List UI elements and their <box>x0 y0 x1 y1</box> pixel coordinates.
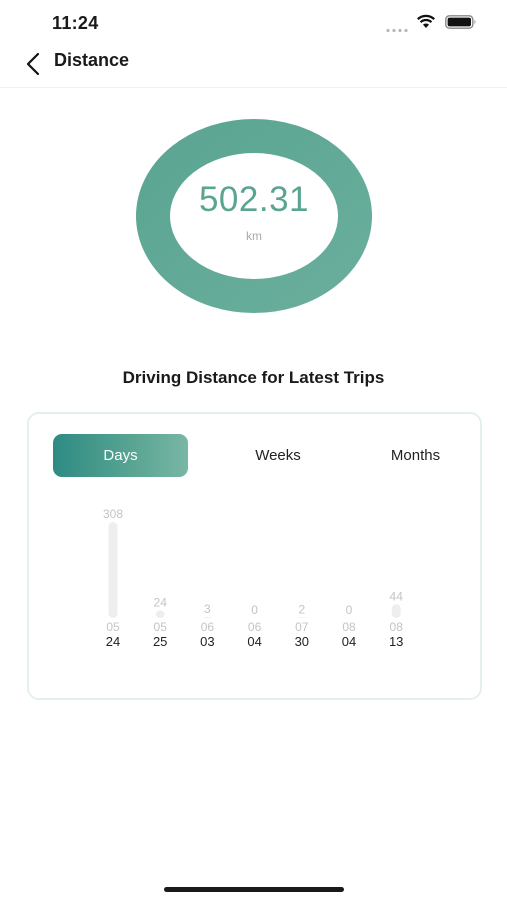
bar-value-label: 0 <box>251 603 258 617</box>
battery-icon <box>445 15 477 34</box>
bar-6 <box>391 604 401 618</box>
bar-value-label: 3 <box>204 602 211 616</box>
wifi-icon <box>416 14 436 34</box>
bar-value-label: 24 <box>154 596 168 610</box>
chevron-left-icon <box>26 52 40 76</box>
month-tick-label: 08 <box>342 620 356 634</box>
tab-months[interactable]: Months <box>343 434 488 477</box>
day-tick-label: 30 <box>295 634 309 649</box>
distance-unit: km <box>246 229 262 243</box>
bar-value-label: 0 <box>346 603 353 617</box>
bar-0 <box>108 522 118 618</box>
page-title: Distance <box>54 50 130 70</box>
day-tick-label: 03 <box>200 634 214 649</box>
bar-2 <box>202 617 212 618</box>
tab-days[interactable]: Days <box>53 434 188 477</box>
cellular-signal-icon <box>386 20 408 38</box>
bar-1 <box>155 610 165 618</box>
month-tick-label: 08 <box>390 620 404 634</box>
day-tick-label: 04 <box>247 634 261 649</box>
section-title: Driving Distance for Latest Trips <box>122 368 385 387</box>
nav-bar: Distance <box>0 44 507 88</box>
day-tick-label: 24 <box>106 634 120 649</box>
home-indicator <box>164 887 344 892</box>
bar-4 <box>297 617 307 618</box>
back-button[interactable] <box>18 48 48 80</box>
month-tick-label: 07 <box>295 620 309 634</box>
tab-weeks[interactable]: Weeks <box>203 434 353 477</box>
status-time: 11:24 <box>52 13 99 33</box>
bar-value-label: 44 <box>390 589 404 603</box>
bar-value-label: 308 <box>103 507 123 521</box>
bar-value-label: 2 <box>298 602 305 616</box>
month-tick-label: 05 <box>106 620 120 634</box>
status-bar: 11:24 <box>0 0 507 44</box>
month-tick-label: 05 <box>154 620 168 634</box>
day-tick-label: 13 <box>389 634 403 649</box>
trip-distance-card: Days Weeks Months 308 05 24 24 05 25 3 06 03 0 06 0… <box>27 412 482 700</box>
period-tabs: Days Weeks Months <box>53 434 473 478</box>
month-tick-label: 06 <box>248 620 262 634</box>
total-distance-value: 502.31 <box>198 180 310 219</box>
day-tick-label: 04 <box>342 634 356 649</box>
distance-screen: 11:24 Distance 502.31 km Driving Distanc… <box>0 0 507 900</box>
trip-distance-bar-chart: 308052424052530603006042073000804440813 <box>103 507 404 649</box>
distance-ring: 502.31 km <box>135 118 373 314</box>
month-tick-label: 06 <box>201 620 215 634</box>
day-tick-label: 25 <box>153 634 167 649</box>
